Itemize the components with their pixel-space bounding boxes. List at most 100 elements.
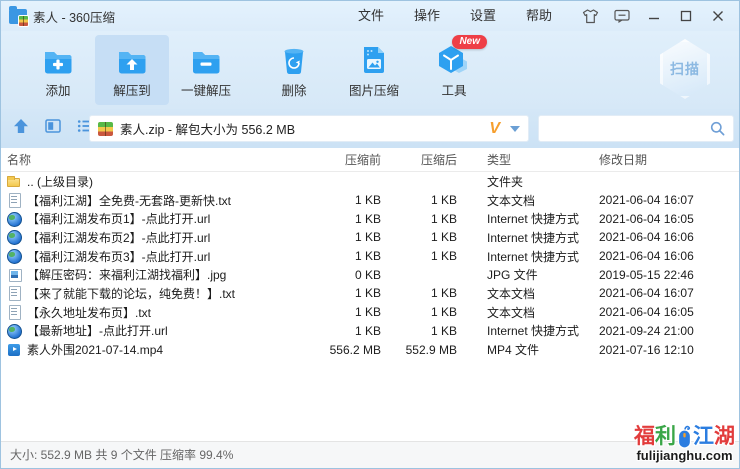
column-header-after[interactable]: 压缩后 <box>381 151 457 168</box>
menu-settings[interactable]: 设置 <box>455 1 511 31</box>
video-file-icon <box>7 343 21 357</box>
image-compress-button[interactable]: 图片压缩 <box>331 35 417 105</box>
preview-pane-icon[interactable] <box>45 119 61 138</box>
watermark-char: 江 <box>693 426 714 448</box>
text-file-icon <box>7 193 21 207</box>
size-before: 0 KB <box>325 268 381 282</box>
scan-label: 扫描 <box>670 59 700 79</box>
size-after: 1 KB <box>381 193 457 207</box>
table-row[interactable]: 【福利江湖发布页2】-点此打开.url 1 KB 1 KB Internet 快… <box>7 228 739 247</box>
text-file-icon <box>7 286 21 300</box>
new-badge: New <box>452 35 487 49</box>
feedback-icon[interactable] <box>609 4 635 28</box>
menu-operation[interactable]: 操作 <box>399 1 455 31</box>
column-header-name[interactable]: 名称 <box>7 151 325 168</box>
size-after: 1 KB <box>381 249 457 263</box>
add-button[interactable]: 添加 <box>21 35 95 105</box>
url-file-icon <box>7 249 21 263</box>
up-level-icon[interactable] <box>13 118 29 139</box>
url-file-icon <box>7 324 21 338</box>
file-name: 【福利江湖】全免费-无套路-更新快.txt <box>27 192 231 209</box>
zip-file-icon <box>98 122 113 136</box>
menu-bar: 文件 操作 设置 帮助 <box>343 1 567 31</box>
size-after: 1 KB <box>381 305 457 319</box>
size-before: 1 KB <box>325 249 381 263</box>
v-logo: V <box>489 120 500 138</box>
column-header-date[interactable]: 修改日期 <box>593 151 739 168</box>
table-row[interactable]: 【福利江湖】全免费-无套路-更新快.txt 1 KB 1 KB 文本文档 202… <box>7 191 739 210</box>
folder-icon <box>7 174 21 188</box>
table-row[interactable]: 【解压密码：来福利江湖找福利】.jpg 0 KB JPG 文件 2019-05-… <box>7 265 739 284</box>
file-type: JPG 文件 <box>457 266 593 283</box>
file-name: 【福利江湖发布页3】-点此打开.url <box>27 248 210 265</box>
size-before: 1 KB <box>325 193 381 207</box>
text-file-icon <box>7 305 21 319</box>
archive-app-icon <box>9 9 27 24</box>
size-before: 1 KB <box>325 286 381 300</box>
minimize-button[interactable] <box>641 4 667 28</box>
size-before: 1 KB <box>325 305 381 319</box>
nav-icons <box>13 118 89 139</box>
archive-path-label: 素人.zip - 解包大小为 556.2 MB <box>120 119 483 138</box>
file-type: 文本文档 <box>457 285 593 302</box>
status-bar: 大小: 552.9 MB 共 9 个文件 压缩率 99.4% <box>1 441 739 468</box>
extract-to-button[interactable]: 解压到 <box>95 35 169 105</box>
file-name: 【福利江湖发布页1】-点此打开.url <box>27 210 210 227</box>
extract-folder-icon <box>116 41 148 75</box>
archive-path-combobox[interactable]: 素人.zip - 解包大小为 556.2 MB V <box>89 115 529 142</box>
size-after: 1 KB <box>381 324 457 338</box>
file-date: 2021-06-04 16:06 <box>593 230 739 244</box>
file-type: Internet 快捷方式 <box>457 210 593 227</box>
watermark-logo: 福利江湖 fulijianghu.com <box>634 425 735 463</box>
file-type: Internet 快捷方式 <box>457 229 593 246</box>
app-window: 素人 - 360压缩 文件 操作 设置 帮助 <box>0 0 740 469</box>
trash-icon <box>281 41 307 75</box>
delete-button[interactable]: 删除 <box>257 35 331 105</box>
file-name: 【最新地址】-点此打开.url <box>27 322 168 339</box>
add-folder-icon <box>42 41 74 75</box>
skin-icon[interactable] <box>577 4 603 28</box>
file-date: 2021-06-04 16:05 <box>593 305 739 319</box>
file-name: 【永久地址发布页】.txt <box>27 304 151 321</box>
size-before: 556.2 MB <box>325 343 381 357</box>
search-box <box>538 115 734 142</box>
column-header-type[interactable]: 类型 <box>457 151 593 168</box>
toolbar-label: 添加 <box>45 80 70 99</box>
table-row[interactable]: 【永久地址发布页】.txt 1 KB 1 KB 文本文档 2021-06-04 … <box>7 303 739 322</box>
image-file-icon <box>361 41 387 75</box>
menu-file[interactable]: 文件 <box>343 1 399 31</box>
watermark-char: 湖 <box>714 426 735 448</box>
table-row[interactable]: 素人外围2021-07-14.mp4 556.2 MB 552.9 MB MP4… <box>7 340 739 359</box>
search-input[interactable] <box>539 116 710 141</box>
tools-button[interactable]: New 工具 <box>417 35 491 105</box>
watermark-char: 利 <box>655 426 676 448</box>
table-row[interactable]: 【福利江湖发布页1】-点此打开.url 1 KB 1 KB Internet 快… <box>7 209 739 228</box>
size-before: 1 KB <box>325 230 381 244</box>
file-name: .. (上级目录) <box>27 173 93 190</box>
menu-help[interactable]: 帮助 <box>511 1 567 31</box>
status-text: 大小: 552.9 MB 共 9 个文件 压缩率 99.4% <box>10 448 233 462</box>
file-list: .. (上级目录) 文件夹 【福利江湖】全免费-无套路-更新快.txt 1 KB… <box>1 172 739 441</box>
file-date: 2021-06-04 16:06 <box>593 249 739 263</box>
close-button[interactable] <box>705 4 731 28</box>
file-type: 文本文档 <box>457 304 593 321</box>
chevron-down-icon[interactable] <box>510 126 520 132</box>
size-after: 1 KB <box>381 212 457 226</box>
table-row[interactable]: 【最新地址】-点此打开.url 1 KB 1 KB Internet 快捷方式 … <box>7 322 739 341</box>
url-file-icon <box>7 230 21 244</box>
one-click-extract-button[interactable]: 一键解压 <box>169 35 243 105</box>
search-icon[interactable] <box>710 121 725 136</box>
title-bar: 素人 - 360压缩 文件 操作 设置 帮助 <box>1 1 739 31</box>
file-date: 2019-05-15 22:46 <box>593 268 739 282</box>
url-file-icon <box>7 212 21 226</box>
size-after: 1 KB <box>381 286 457 300</box>
size-after: 552.9 MB <box>381 343 457 357</box>
maximize-button[interactable] <box>673 4 699 28</box>
table-row[interactable]: 【福利江湖发布页3】-点此打开.url 1 KB 1 KB Internet 快… <box>7 247 739 266</box>
file-name: 【来了就能下载的论坛，纯免费！】.txt <box>27 285 235 302</box>
table-row[interactable]: .. (上级目录) 文件夹 <box>7 172 739 191</box>
table-row[interactable]: 【来了就能下载的论坛，纯免费！】.txt 1 KB 1 KB 文本文档 2021… <box>7 284 739 303</box>
file-date: 2021-06-04 16:07 <box>593 286 739 300</box>
column-header-before[interactable]: 压缩前 <box>325 151 381 168</box>
file-type: Internet 快捷方式 <box>457 322 593 339</box>
